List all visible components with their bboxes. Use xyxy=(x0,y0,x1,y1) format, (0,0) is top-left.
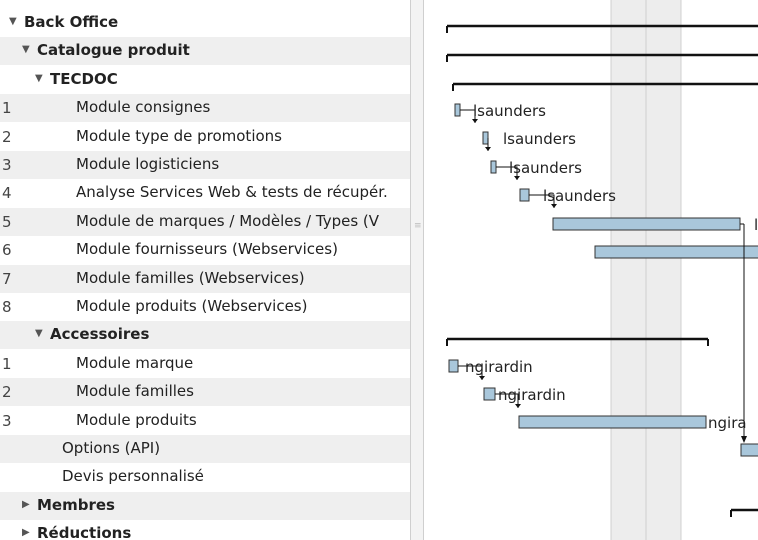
task-row[interactable]: ▶ Membres xyxy=(0,491,410,520)
task-number: 6 xyxy=(2,241,12,260)
task-label: Module familles xyxy=(76,382,194,401)
task-label: Module produits xyxy=(76,410,197,429)
resource-label: ngirardin xyxy=(465,358,533,376)
resource-label: lsaunders xyxy=(543,187,616,205)
task-label: Réductions xyxy=(37,524,132,540)
task-row[interactable]: ▼ Catalogue produit xyxy=(0,37,410,66)
resource-label: lsaunders xyxy=(473,102,546,120)
task-number: 4 xyxy=(2,184,12,203)
task-row[interactable]: 2 Module familles xyxy=(0,378,410,407)
task-number: 8 xyxy=(2,298,12,316)
task-row[interactable]: ▼ TECDOC xyxy=(0,66,410,94)
collapse-triangle-icon[interactable]: ▼ xyxy=(35,73,43,84)
task-row[interactable]: Devis personnalisé xyxy=(0,463,410,491)
task-bar[interactable] xyxy=(482,131,489,145)
task-number: 2 xyxy=(2,383,12,402)
task-row[interactable]: 4 Analyse Services Web & tests de récupér… xyxy=(0,179,410,207)
task-bar[interactable] xyxy=(594,245,758,259)
task-bar[interactable] xyxy=(483,387,496,401)
dependency-arrowhead xyxy=(479,376,485,380)
task-label: Module fournisseurs (Webservices) xyxy=(76,240,338,259)
task-label: Membres xyxy=(37,495,115,514)
task-number: 1 xyxy=(2,99,12,118)
task-label: Module type de promotions xyxy=(76,126,282,145)
resource-label: lsaunders xyxy=(503,130,576,148)
pane-splitter[interactable] xyxy=(410,0,424,540)
task-number: 3 xyxy=(2,156,12,174)
resource-label: lsaunders xyxy=(509,159,582,177)
task-number: 7 xyxy=(2,269,12,288)
expand-triangle-icon[interactable]: ▶ xyxy=(22,499,30,510)
gantt-canvas: lsaunders lsaunders lsaunders lsaunders l ngi… xyxy=(446,0,758,540)
task-label: Module consignes xyxy=(76,98,211,117)
task-row[interactable]: 6 Module fournisseurs (Webservices) xyxy=(0,236,410,264)
task-bar[interactable] xyxy=(490,160,497,174)
task-row[interactable]: ▼ Back Office xyxy=(0,9,410,37)
task-label: Options (API) xyxy=(62,439,161,457)
task-number: 3 xyxy=(2,411,12,430)
dependency-arrowhead xyxy=(741,436,747,443)
task-label: TECDOC xyxy=(50,69,118,88)
task-number: 5 xyxy=(2,212,12,231)
task-row[interactable]: 1 Module marque xyxy=(0,350,410,378)
task-label: Module de marques / Modèles / Types (V xyxy=(76,211,380,230)
task-label: Module logisticiens xyxy=(76,155,220,173)
task-label: Module produits (Webservices) xyxy=(76,297,308,315)
dependency-arrowhead xyxy=(485,147,491,151)
task-row[interactable]: 1 Module consignes xyxy=(0,94,410,123)
task-row[interactable]: ▼ Accessoires xyxy=(0,321,410,350)
task-bar[interactable] xyxy=(518,415,707,429)
task-row[interactable]: 3 Module produits xyxy=(0,407,410,435)
task-number: 2 xyxy=(2,127,12,146)
task-label: Catalogue produit xyxy=(37,41,190,60)
task-label: Devis personnalisé xyxy=(62,467,204,486)
task-bar[interactable] xyxy=(552,217,741,231)
task-row[interactable]: 5 Module de marques / Modèles / Types (V xyxy=(0,207,410,236)
task-row[interactable]: 8 Module produits (Webservices) xyxy=(0,293,410,321)
task-row[interactable]: Options (API) xyxy=(0,435,410,463)
resource-label: ngirardin xyxy=(498,386,566,404)
task-number: 1 xyxy=(2,354,12,373)
task-label: Back Office xyxy=(24,13,119,31)
task-row[interactable]: 3 Module logisticiens xyxy=(0,151,410,179)
resource-label: ngira xyxy=(708,414,747,432)
task-label: Module marque xyxy=(76,353,194,372)
task-label: Accessoires xyxy=(50,325,150,344)
task-bar[interactable] xyxy=(454,103,461,117)
gantt-chart[interactable]: lsaunders lsaunders lsaunders lsaunders l ngi… xyxy=(424,0,758,540)
splitter-grip-icon[interactable]: ≡ xyxy=(414,221,422,231)
task-bar[interactable] xyxy=(519,188,530,202)
task-row[interactable]: ▶ Réductions xyxy=(0,520,410,540)
collapse-triangle-icon[interactable]: ▼ xyxy=(35,328,43,339)
collapse-triangle-icon[interactable]: ▼ xyxy=(9,16,17,27)
task-tree: ▼ Back Office ▼ Catalogue produit ▼ TECDOC 1 Mo… xyxy=(0,0,410,540)
task-label: Analyse Services Web & tests de récupér. xyxy=(76,183,388,202)
task-label: Module familles (Webservices) xyxy=(76,268,305,287)
resource-label: l xyxy=(754,216,758,234)
task-bar[interactable] xyxy=(740,443,758,457)
expand-triangle-icon[interactable]: ▶ xyxy=(22,527,30,538)
task-row[interactable]: 2 Module type de promotions xyxy=(0,123,410,151)
task-row[interactable]: 7 Module familles (Webservices) xyxy=(0,264,410,293)
dependency-arrowhead xyxy=(515,404,521,408)
task-bar[interactable] xyxy=(448,359,459,373)
collapse-triangle-icon[interactable]: ▼ xyxy=(22,44,30,55)
